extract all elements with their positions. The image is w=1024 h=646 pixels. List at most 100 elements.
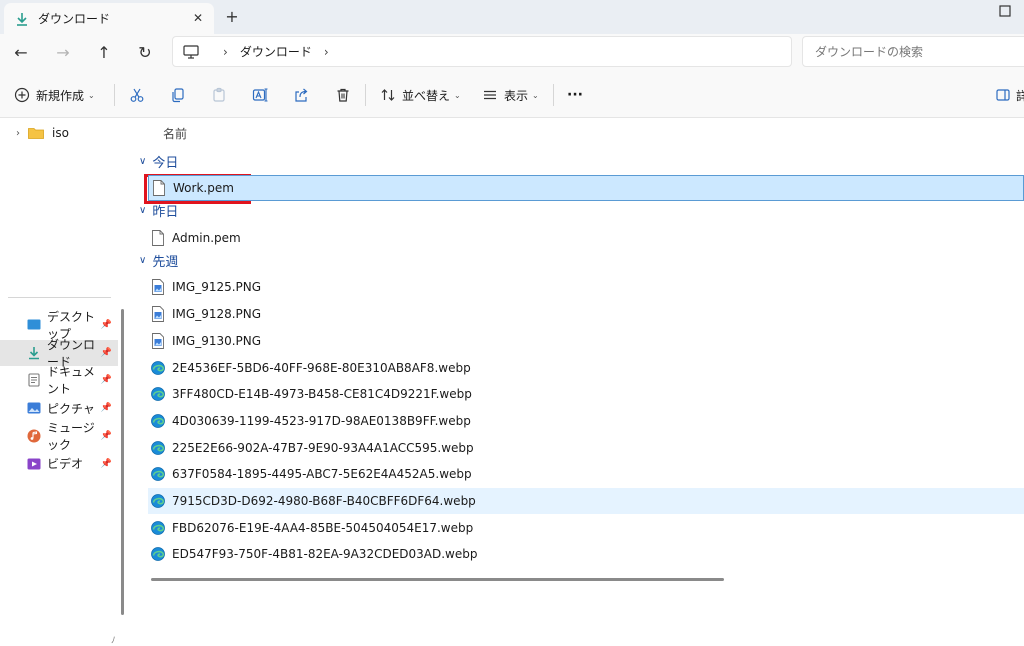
sidebar-item-download[interactable]: ダウンロード 📌 [0,338,118,369]
toolbar-divider [365,84,366,106]
file-row[interactable]: FBD62076-E19E-4AA4-85BE-504504054E17.web… [148,515,1024,541]
column-header-name[interactable]: 名前 [163,125,187,142]
file-row[interactable]: 2E4536EF-5BD6-40FF-968E-80E310AB8AF8.web… [148,355,1024,381]
up-button[interactable]: ↑ [92,40,116,64]
file-row[interactable]: IMG_9128.PNG [148,301,1024,327]
file-row[interactable]: Work.pem [148,175,1024,201]
maximize-icon[interactable] [998,4,1012,18]
plus-circle-icon [14,87,30,103]
refresh-button[interactable]: ↻ [133,40,157,64]
file-name: IMG_9125.PNG [172,280,262,295]
scissors-icon [130,88,144,102]
file-name: IMG_9130.PNG [172,333,262,348]
file-row[interactable]: 7915CD3D-D692-4980-B68F-B40CBFF6DF64.web… [148,488,1024,514]
trash-icon [337,88,349,102]
details-pane-icon [996,89,1010,101]
sort-button-label: 並べ替え [402,88,451,103]
pin-icon[interactable]: 📌 [101,348,112,358]
image-file-icon [152,306,164,323]
sidebar-item-documents[interactable]: ドキュメント 📌 [0,365,118,396]
group-header[interactable]: ∨ 今日 [139,151,178,171]
tab-title: ダウンロード [38,12,111,26]
file-name: IMG_9128.PNG [172,307,262,322]
breadcrumb-downloads[interactable]: ダウンロード [240,43,312,60]
pin-icon[interactable]: 📌 [101,320,112,330]
chevron-down-icon[interactable]: ∨ [139,255,146,266]
rename-button[interactable] [252,84,268,106]
back-button[interactable]: ← [9,40,33,64]
edge-browser-icon [151,387,165,402]
file-row[interactable]: IMG_9125.PNG [148,274,1024,300]
file-row[interactable]: IMG_9130.PNG [148,328,1024,354]
file-row[interactable]: 4D030639-1199-4523-917D-98AE0138B9FF.web… [148,408,1024,434]
sidebar-item-desktop[interactable]: デスクトップ 📌 [0,310,118,341]
command-bar: 新規作成 ⌄ 並べ替え ⌄ 表示 ⌄ ··· 詳 [0,70,1024,118]
breadcrumb-separator[interactable]: › [324,45,329,59]
view-button[interactable]: 表示 ⌄ [482,84,539,106]
search-input[interactable] [802,36,1024,67]
file-row[interactable]: 3FF480CD-E14B-4973-B458-CE81C4D9221F.web… [148,381,1024,407]
title-bar: ダウンロード ✕ + [0,0,1024,34]
file-list: 名前 ∨ 今日 Work.pem ∨ 昨日 Admin.pem ∨ 先週 IMG_9125.PN… [133,119,1024,582]
address-bar[interactable]: › ダウンロード › [172,36,792,67]
file-row[interactable]: 637F0584-1895-4495-ABC7-5E62E4A452A5.web… [148,461,1024,487]
documents-icon [28,373,40,387]
videos-icon [27,458,41,469]
sidebar-scrollbar[interactable] [121,309,124,615]
file-name: ED547F93-750F-4B81-82EA-9A32CDED03AD.web… [172,547,478,562]
group-label: 先週 [152,254,179,270]
navigation-pane: › iso ﾉ デスクトップ 📌 ダウンロード 📌 ドキュメント 📌 ピクチャ 📌 ミュージック… [0,119,133,646]
chevron-down-icon[interactable]: ∨ [139,156,146,167]
sidebar-item-videos[interactable]: ビデオ 📌 [0,451,118,477]
edge-browser-icon [151,547,165,562]
new-tab-button[interactable]: + [222,6,242,26]
share-button[interactable] [293,84,309,106]
file-icon [153,180,165,196]
edge-browser-icon [151,520,165,535]
edge-browser-icon [151,360,165,375]
chevron-down-icon: ⌄ [532,90,539,100]
file-name: 225E2E66-902A-47B7-9E90-93A4A1ACC595.web… [172,440,474,455]
file-name: 3FF480CD-E14B-4973-B458-CE81C4D9221F.web… [172,387,472,402]
file-name: 637F0584-1895-4495-ABC7-5E62E4A452A5.web… [172,467,472,482]
tree-item-iso[interactable]: › iso [0,120,118,146]
sidebar-item-label: ビデオ [47,457,84,471]
chevron-down-icon[interactable]: ∨ [139,205,146,216]
sort-button[interactable]: 並べ替え ⌄ [380,84,461,106]
new-button[interactable]: 新規作成 ⌄ [14,84,95,106]
delete-button[interactable] [335,84,351,106]
file-name: Work.pem [173,181,234,195]
file-name: Admin.pem [172,230,241,245]
sidebar-item-music[interactable]: ミュージック 📌 [0,421,118,452]
pin-icon[interactable]: 📌 [101,431,112,441]
more-options-button[interactable]: ··· [567,84,583,106]
close-tab-button[interactable]: ✕ [190,10,206,26]
chevron-down-icon: ⌄ [88,90,95,100]
tab-downloads[interactable]: ダウンロード ✕ [4,3,214,34]
breadcrumb-separator: › [223,44,228,59]
file-icon [152,229,164,246]
sidebar-item-pictures[interactable]: ピクチャ 📌 [0,395,118,421]
details-pane-label: 詳 [1016,88,1024,103]
forward-button[interactable]: → [51,40,75,64]
group-header[interactable]: ∨ 昨日 [139,201,178,221]
group-label: 昨日 [152,205,179,221]
tree-item-label: iso [52,126,69,140]
download-icon [17,12,27,26]
pin-icon[interactable]: 📌 [101,375,112,385]
image-file-icon [152,332,164,349]
details-pane-button[interactable]: 詳 [996,84,1024,106]
group-header[interactable]: ∨ 先週 [139,250,178,270]
copy-button[interactable] [170,84,186,106]
cut-button[interactable] [129,84,145,106]
chevron-right-icon[interactable]: › [8,128,28,139]
edge-browser-icon [151,494,165,508]
file-row[interactable]: Admin.pem [148,225,1024,251]
pin-icon[interactable]: 📌 [101,459,112,469]
paste-button[interactable] [211,84,227,106]
horizontal-scrollbar[interactable] [151,578,724,581]
view-button-label: 表示 [504,88,529,103]
pin-icon[interactable]: 📌 [101,403,112,413]
file-row[interactable]: 225E2E66-902A-47B7-9E90-93A4A1ACC595.web… [148,435,1024,461]
file-row[interactable]: ED547F93-750F-4B81-82EA-9A32CDED03AD.web… [148,541,1024,567]
